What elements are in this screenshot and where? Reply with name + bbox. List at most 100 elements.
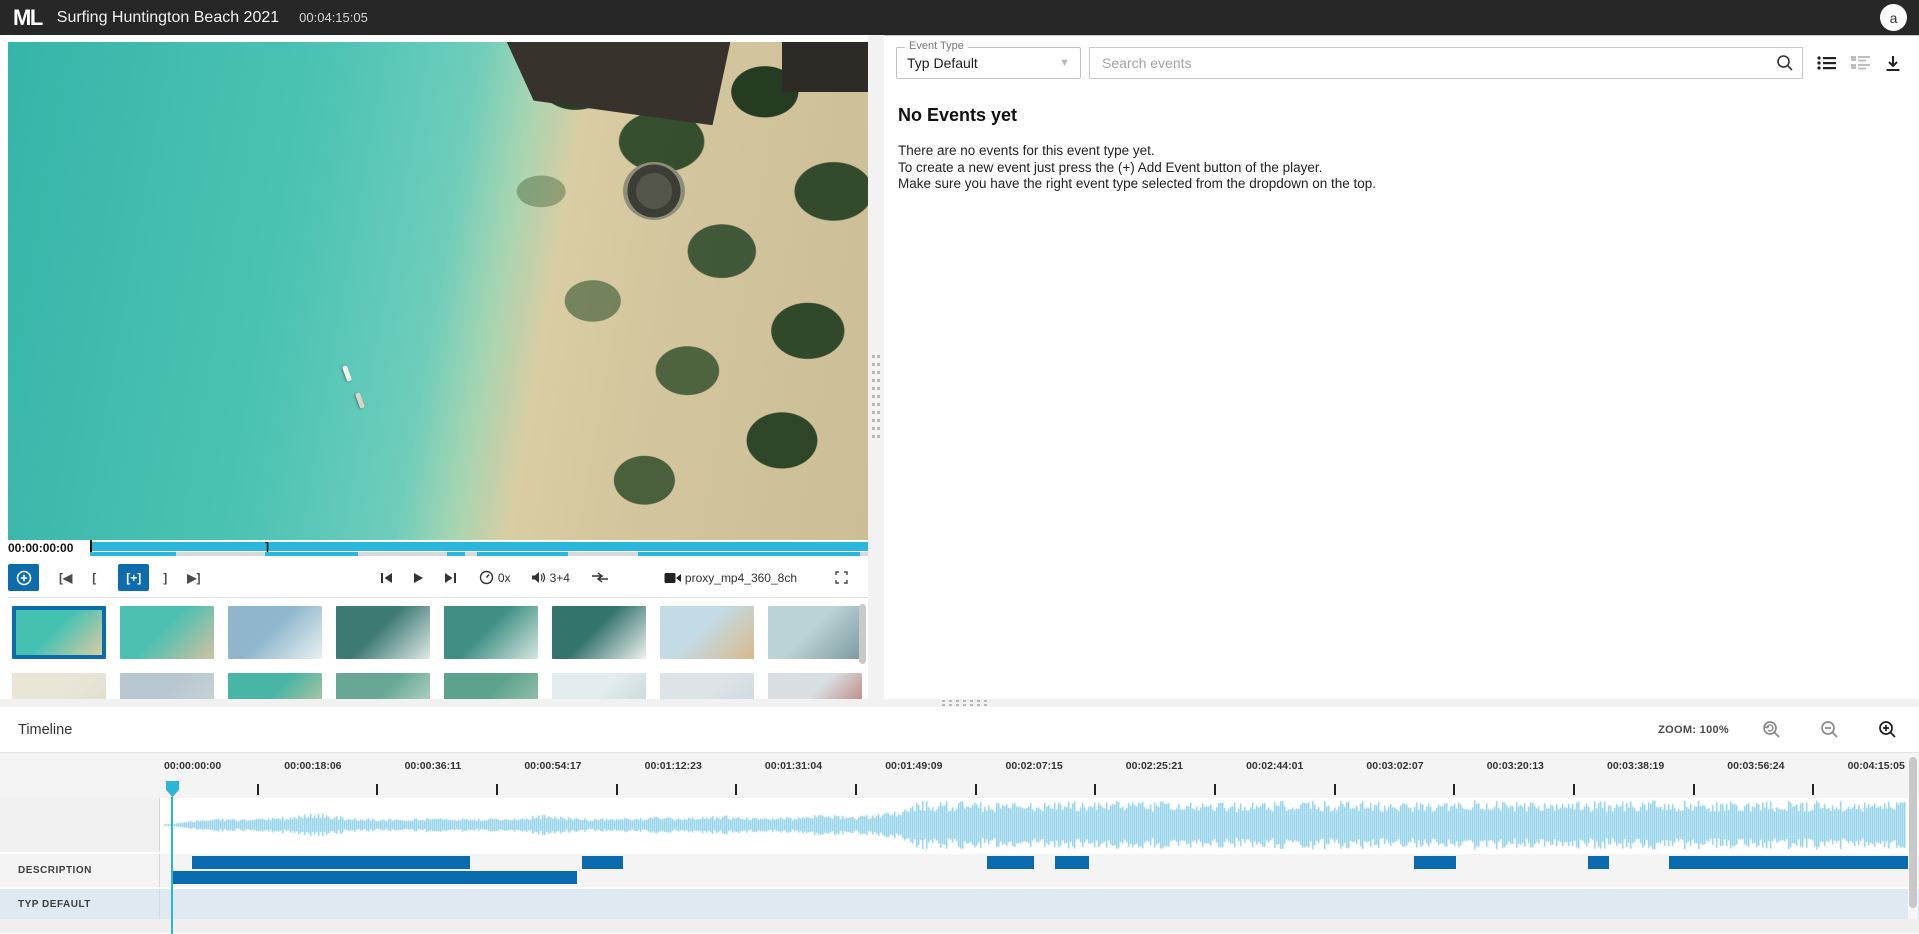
- timeline-scrollbar-thumb[interactable]: [1909, 757, 1917, 908]
- progress-segment[interactable]: [265, 552, 358, 556]
- event-type-select[interactable]: Event Type Typ Default ▼: [896, 47, 1081, 79]
- speaker-icon: [531, 571, 546, 584]
- skip-to-end-button[interactable]: [438, 570, 463, 586]
- event-segment[interactable]: [1588, 856, 1609, 869]
- play-icon: [413, 572, 424, 584]
- video-thumbnail[interactable]: [120, 606, 214, 659]
- event-segment[interactable]: [1414, 856, 1456, 869]
- ruler-tick: [496, 784, 498, 795]
- zoom-out-icon: [1819, 720, 1839, 740]
- horizontal-splitter[interactable]: [0, 699, 1919, 707]
- search-input[interactable]: [1100, 54, 1770, 72]
- ruler-tick: [1214, 784, 1216, 795]
- progress-segment[interactable]: [477, 552, 569, 556]
- description-lane-bottom: [160, 871, 1919, 884]
- video-thumbnail[interactable]: [228, 606, 322, 659]
- event-segment[interactable]: [987, 856, 1034, 869]
- fit-range-button[interactable]: [586, 570, 614, 585]
- previous-event-button[interactable]: [◀: [53, 569, 78, 587]
- video-thumbnail[interactable]: [12, 673, 106, 699]
- typ-default-track-row[interactable]: TYP DEFAULT: [0, 889, 1919, 919]
- timeline-ruler[interactable]: 00:00:00:0000:00:18:0600:00:36:1100:00:5…: [0, 753, 1919, 798]
- main-area: 00:00:00:00 ] [◀ [ [+] ] ▶]: [0, 35, 1919, 699]
- vertical-splitter[interactable]: [868, 35, 884, 699]
- play-button[interactable]: [407, 570, 430, 586]
- thumbnail-strip: [8, 598, 868, 699]
- video-thumbnail[interactable]: [228, 673, 322, 699]
- next-event-button[interactable]: ▶]: [181, 569, 206, 587]
- player-timecode: 00:00:00:00: [8, 542, 90, 554]
- player-panel: 00:00:00:00 ] [◀ [ [+] ] ▶]: [0, 35, 868, 699]
- ruler-tick: [1812, 784, 1814, 795]
- audio-channels-value: 3+4: [550, 571, 570, 585]
- add-event-button[interactable]: [8, 564, 39, 591]
- player-seekbar[interactable]: ]: [90, 542, 868, 556]
- thumbnail-scrollbar[interactable]: [859, 604, 866, 664]
- video-camera-icon: [664, 572, 681, 584]
- ruler-tick: [376, 784, 378, 795]
- video-thumbnail[interactable]: [768, 673, 862, 699]
- waveform-area[interactable]: [160, 798, 1919, 852]
- search-button[interactable]: [1770, 52, 1800, 74]
- video-thumbnail[interactable]: [444, 673, 538, 699]
- event-segment[interactable]: [192, 856, 470, 869]
- progress-segment[interactable]: [90, 552, 176, 556]
- palm-trees: [8, 42, 868, 540]
- download-icon: [1885, 55, 1901, 72]
- proxy-select-button[interactable]: proxy_mp4_360_8ch: [658, 569, 803, 587]
- description-track-row[interactable]: DESCRIPTION: [0, 854, 1919, 887]
- video-frame[interactable]: [8, 42, 868, 540]
- timeline-playhead[interactable]: [166, 781, 179, 934]
- audio-channels-button[interactable]: 3+4: [525, 569, 576, 587]
- playback-speed-button[interactable]: 0x: [473, 568, 517, 587]
- progress-segment[interactable]: [638, 552, 861, 556]
- ruler-timecode: 00:03:56:24: [1727, 760, 1784, 772]
- ruler-tick: [735, 784, 737, 795]
- list-view-button[interactable]: [1813, 53, 1841, 73]
- player-event-segments-bar: [90, 552, 868, 556]
- zoom-in-button[interactable]: [1871, 718, 1903, 742]
- user-avatar[interactable]: a: [1880, 4, 1907, 31]
- empty-state-line: There are no events for this event type …: [898, 143, 1905, 159]
- top-bar: ML Surfing Huntington Beach 2021 00:04:1…: [0, 0, 1919, 35]
- timeline-scrollbar: [1908, 755, 1918, 919]
- ruler-ticks: [197, 784, 1872, 795]
- video-thumbnail[interactable]: [444, 606, 538, 659]
- video-thumbnail[interactable]: [660, 606, 754, 659]
- typ-default-track-label: TYP DEFAULT: [0, 889, 160, 919]
- events-panel: Event Type Typ Default ▼: [884, 35, 1919, 699]
- video-thumbnail[interactable]: [660, 673, 754, 699]
- zoom-reset-button[interactable]: [1755, 718, 1787, 742]
- progress-segment[interactable]: [447, 552, 465, 556]
- event-segment[interactable]: [1055, 856, 1088, 869]
- circle-plus-icon: [16, 570, 32, 586]
- player-progress-bar[interactable]: ]: [90, 542, 868, 551]
- skip-to-start-button[interactable]: [374, 570, 399, 586]
- video-thumbnail[interactable]: [120, 673, 214, 699]
- video-thumbnail[interactable]: [552, 673, 646, 699]
- timeline-section: Timeline ZOOM: 100%: [0, 707, 1919, 933]
- player-progress-row: 00:00:00:00 ]: [8, 540, 868, 558]
- zoom-reset-icon: [1761, 720, 1781, 740]
- video-thumbnail[interactable]: [336, 673, 430, 699]
- description-lane-top: [160, 856, 1919, 869]
- ruler-label-spacer: [0, 753, 160, 798]
- video-thumbnail[interactable]: [768, 606, 862, 659]
- event-segment[interactable]: [582, 856, 622, 869]
- chevron-down-icon: ▼: [1059, 57, 1070, 69]
- zoom-out-button[interactable]: [1813, 718, 1845, 742]
- mark-out-button[interactable]: ]: [157, 569, 173, 587]
- video-thumbnail[interactable]: [336, 606, 430, 659]
- ruler-tick: [1094, 784, 1096, 795]
- detail-view-button[interactable]: [1847, 53, 1875, 73]
- event-segment[interactable]: [1669, 856, 1910, 869]
- player-controls: [◀ [ [+] ] ▶]: [8, 558, 868, 598]
- mark-in-button[interactable]: [: [86, 569, 102, 587]
- video-thumbnail[interactable]: [552, 606, 646, 659]
- download-button[interactable]: [1881, 53, 1905, 74]
- skip-end-icon: [444, 572, 457, 584]
- add-event-range-button[interactable]: [+]: [118, 564, 149, 591]
- fullscreen-button[interactable]: [829, 569, 854, 586]
- event-segment[interactable]: [171, 871, 577, 884]
- video-thumbnail[interactable]: [12, 606, 106, 659]
